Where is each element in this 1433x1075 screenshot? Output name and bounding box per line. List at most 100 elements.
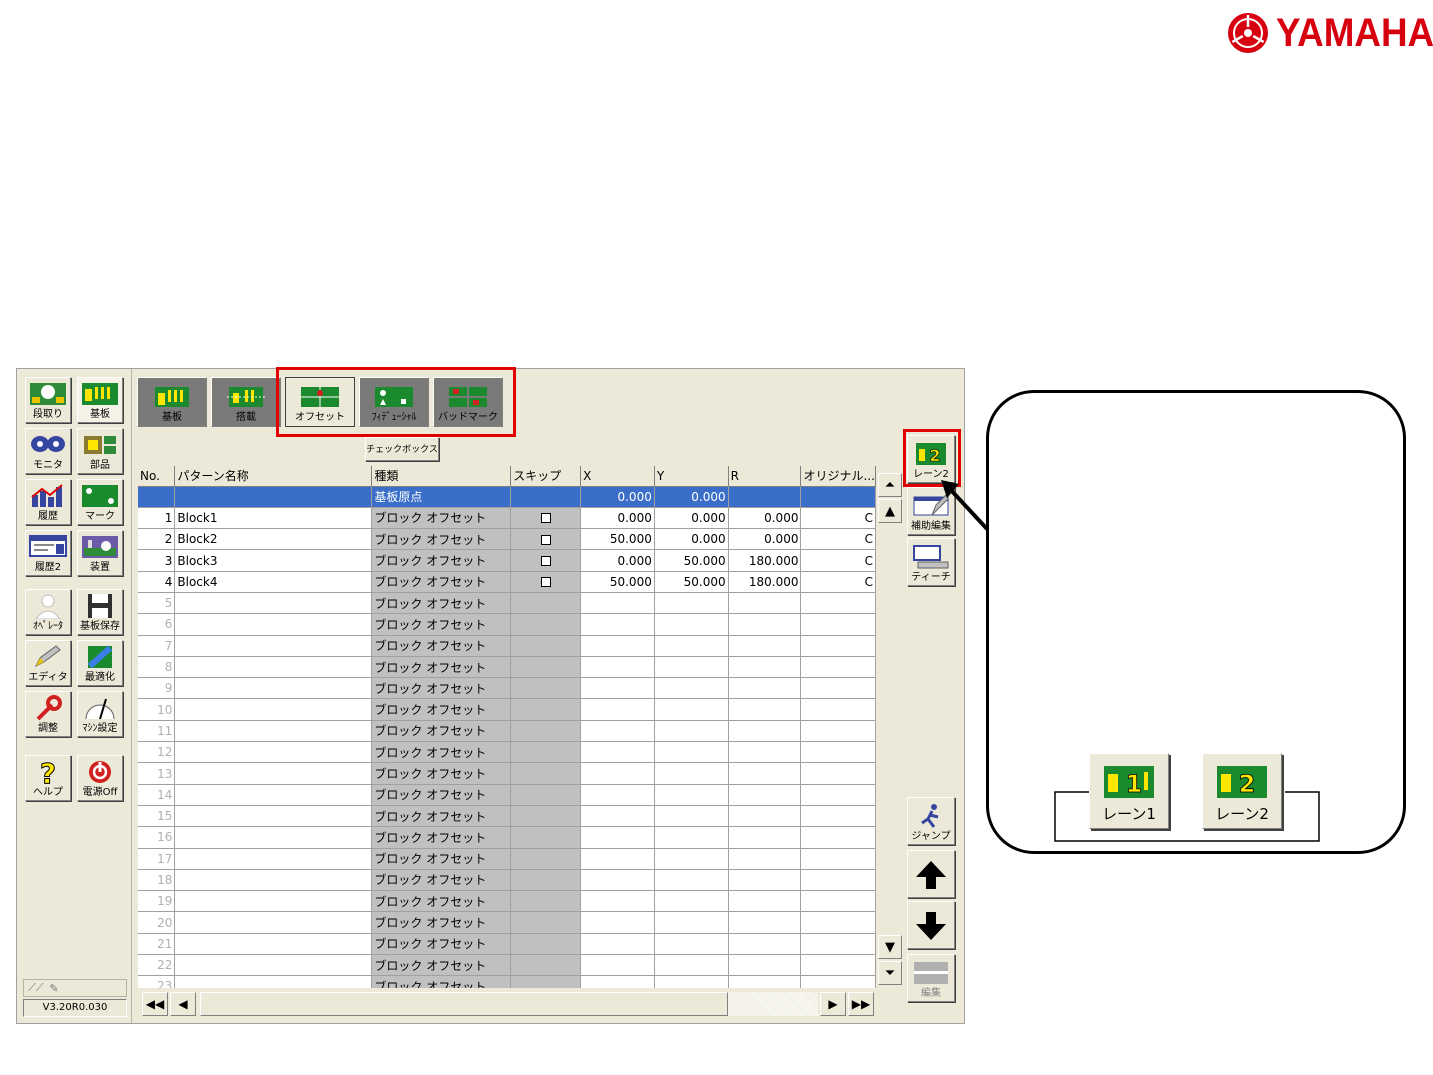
- cell-type[interactable]: ブロック オフセット: [371, 698, 512, 721]
- cell-pattern-name[interactable]: [174, 592, 373, 615]
- cell-pattern-name[interactable]: [174, 635, 373, 657]
- cell-r[interactable]: 0.000: [728, 528, 802, 551]
- cell-r[interactable]: [728, 954, 802, 977]
- cell-original[interactable]: [800, 784, 876, 806]
- table-row[interactable]: 9 ブロック オフセット: [138, 677, 876, 700]
- cell-type[interactable]: ブロック オフセット: [371, 933, 512, 956]
- cell-y[interactable]: 50.000: [654, 571, 729, 593]
- cell-x[interactable]: [580, 677, 655, 700]
- table-row[interactable]: 4 Block4 ブロック オフセット 50.000 50.000 180.000 C: [138, 571, 876, 593]
- cell-r[interactable]: [728, 613, 802, 636]
- cell-type[interactable]: ブロック オフセット: [371, 954, 512, 977]
- cell-r[interactable]: [728, 677, 802, 700]
- move-up-button[interactable]: [907, 850, 955, 898]
- table-row[interactable]: 8 ブロック オフセット: [138, 656, 876, 679]
- cell-type[interactable]: ブロック オフセット: [371, 784, 512, 806]
- power-off-button[interactable]: 電源Off: [77, 755, 123, 801]
- cell-r[interactable]: [728, 975, 802, 988]
- cell-r[interactable]: [728, 826, 802, 849]
- board-save-button[interactable]: 基板保存: [77, 589, 123, 635]
- cell-skip[interactable]: [510, 869, 582, 892]
- cell-x[interactable]: [580, 698, 655, 721]
- cell-pattern-name[interactable]: [174, 741, 373, 764]
- cell-y[interactable]: [654, 869, 729, 892]
- cell-x[interactable]: [580, 869, 655, 892]
- cell-y[interactable]: [654, 698, 729, 721]
- cell-x[interactable]: 0.000: [580, 507, 655, 530]
- cell-r[interactable]: [728, 890, 802, 913]
- cell-y[interactable]: [654, 848, 729, 870]
- adjust-button[interactable]: 調整: [25, 691, 71, 737]
- cell-pattern-name[interactable]: [174, 975, 373, 988]
- cell-original[interactable]: [800, 911, 876, 934]
- cell-y[interactable]: [654, 741, 729, 764]
- cell-original[interactable]: [800, 805, 876, 828]
- machine-settings-button[interactable]: ﾏｼﾝ設定: [77, 691, 123, 737]
- machine-button[interactable]: 装置: [77, 530, 123, 576]
- table-row[interactable]: 5 ブロック オフセット: [138, 592, 876, 615]
- cell-type[interactable]: ブロック オフセット: [371, 507, 512, 530]
- cell-original[interactable]: [800, 635, 876, 657]
- cell-x[interactable]: [580, 805, 655, 828]
- history-button[interactable]: 履歴: [25, 479, 71, 525]
- lane1-button[interactable]: 1 レーン1: [1089, 753, 1169, 829]
- cell-type[interactable]: ブロック オフセット: [371, 677, 512, 700]
- scroll-first-button[interactable]: ◀◀: [142, 992, 168, 1016]
- table-row[interactable]: 2 Block2 ブロック オフセット 50.000 0.000 0.000 C: [138, 528, 876, 551]
- col-original[interactable]: オリジナル...: [800, 466, 876, 487]
- cell-pattern-name[interactable]: Block1: [174, 507, 373, 530]
- optimize-button[interactable]: 最適化: [77, 640, 123, 686]
- cell-original[interactable]: [800, 954, 876, 977]
- cell-original[interactable]: C: [800, 571, 876, 593]
- history2-button[interactable]: 履歴2: [25, 530, 71, 576]
- horizontal-scrollbar[interactable]: ◀◀ ◀ ▶ ▶▶: [138, 990, 876, 1018]
- table-row[interactable]: 10 ブロック オフセット: [138, 698, 876, 721]
- cell-type[interactable]: ブロック オフセット: [371, 613, 512, 636]
- cell-skip[interactable]: [510, 805, 582, 828]
- cell-type[interactable]: ブロック オフセット: [371, 890, 512, 913]
- cell-x[interactable]: 0.000: [580, 549, 655, 572]
- table-row[interactable]: 21 ブロック オフセット: [138, 933, 876, 956]
- cell-original[interactable]: [800, 975, 876, 988]
- cell-x[interactable]: [580, 784, 655, 806]
- cell-original[interactable]: [800, 656, 876, 679]
- cell-skip[interactable]: [510, 677, 582, 700]
- cell-skip[interactable]: [510, 848, 582, 870]
- cell-r[interactable]: [728, 848, 802, 870]
- table-row[interactable]: 基板原点 0.000 0.000: [138, 486, 876, 508]
- cell-x[interactable]: [580, 826, 655, 849]
- cell-y[interactable]: [654, 635, 729, 657]
- cell-pattern-name[interactable]: [174, 911, 373, 934]
- scroll-up-button[interactable]: ▲: [878, 499, 902, 523]
- board-button[interactable]: 基板: [77, 377, 123, 423]
- cell-y[interactable]: 0.000: [654, 486, 729, 508]
- cell-type[interactable]: ブロック オフセット: [371, 635, 512, 657]
- operator-button[interactable]: ｵﾍﾟﾚｰﾀ: [25, 589, 71, 635]
- cell-pattern-name[interactable]: Block2: [174, 528, 373, 551]
- cell-y[interactable]: [654, 720, 729, 743]
- scroll-track[interactable]: [728, 992, 818, 1016]
- cell-r[interactable]: [728, 635, 802, 657]
- table-row[interactable]: 18 ブロック オフセット: [138, 869, 876, 892]
- cell-x[interactable]: 0.000: [580, 486, 655, 508]
- cell-skip[interactable]: [510, 486, 582, 508]
- cell-x[interactable]: [580, 592, 655, 615]
- help-button[interactable]: ? ヘルプ: [25, 755, 71, 801]
- cell-type[interactable]: ブロック オフセット: [371, 549, 512, 572]
- cell-skip[interactable]: [510, 784, 582, 806]
- tab-board[interactable]: 基板: [137, 377, 207, 427]
- skip-checkbox[interactable]: [540, 513, 551, 524]
- cell-skip[interactable]: [510, 741, 582, 764]
- cell-r[interactable]: [728, 698, 802, 721]
- cell-skip[interactable]: [510, 890, 582, 913]
- skip-checkbox[interactable]: [540, 577, 551, 588]
- cell-pattern-name[interactable]: [174, 720, 373, 743]
- cell-y[interactable]: [654, 592, 729, 615]
- cell-skip[interactable]: [510, 826, 582, 849]
- col-r[interactable]: R: [728, 466, 802, 487]
- cell-original[interactable]: [800, 677, 876, 700]
- cell-original[interactable]: [800, 698, 876, 721]
- col-type[interactable]: 種類: [371, 466, 512, 487]
- cell-type[interactable]: ブロック オフセット: [371, 911, 512, 934]
- cell-y[interactable]: [654, 911, 729, 934]
